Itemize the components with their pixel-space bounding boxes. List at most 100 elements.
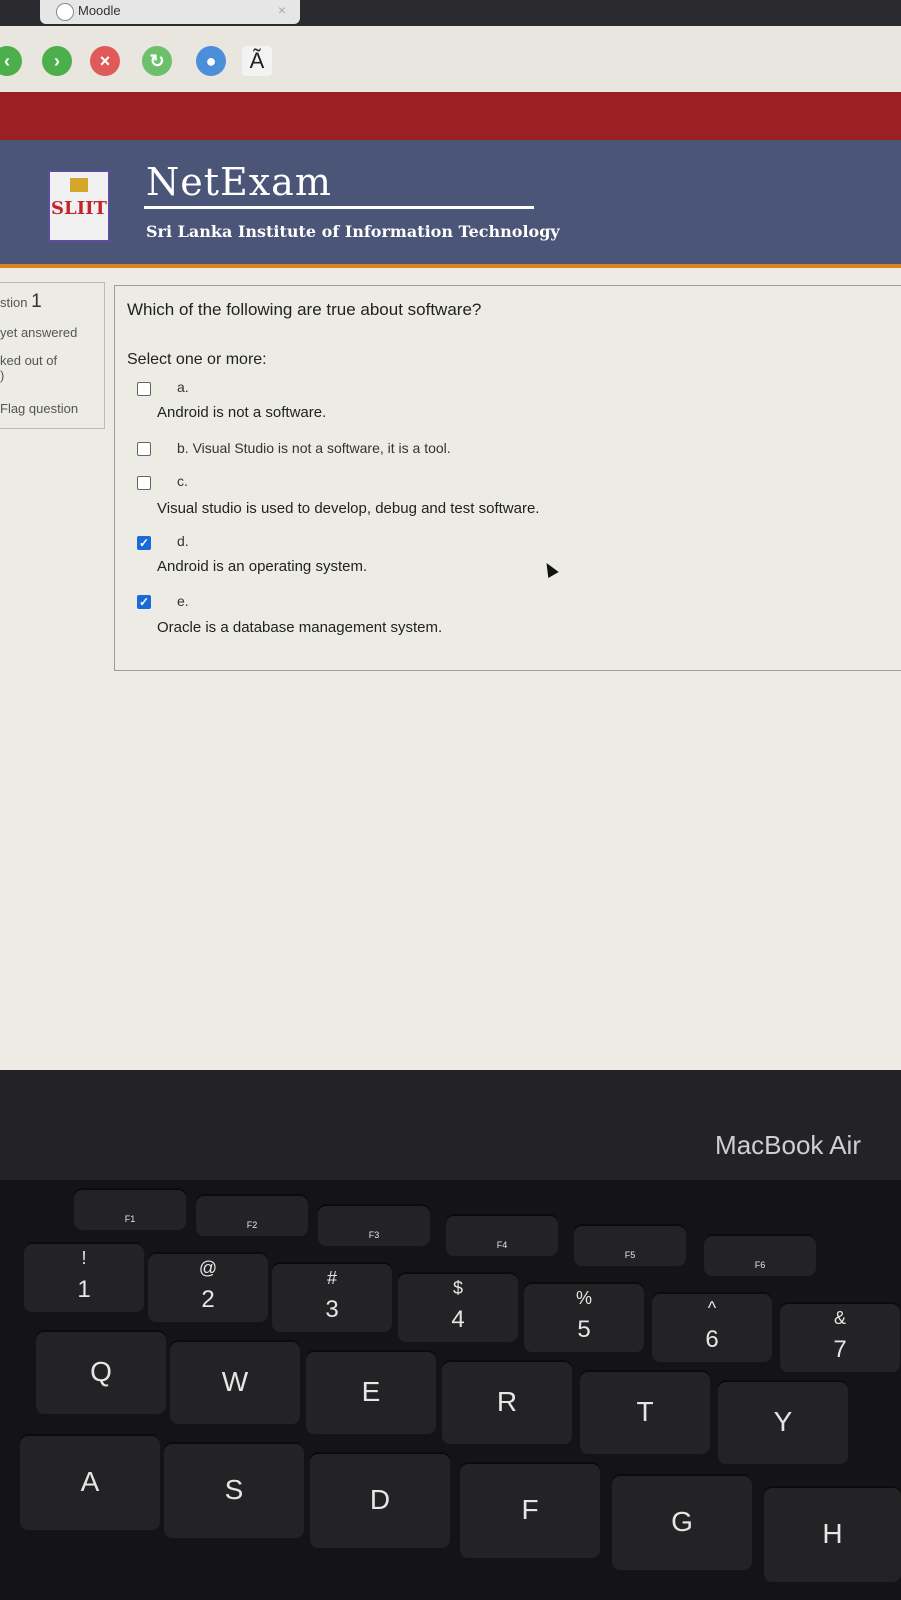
tab-title: Moodle xyxy=(78,3,121,18)
top-red-bar xyxy=(0,92,901,140)
key-1-label: 1 xyxy=(77,1276,91,1303)
flag-question-link[interactable]: Flag question xyxy=(0,401,78,416)
sliit-logo: SLIIT xyxy=(48,170,110,242)
question-mark-label: ked out of xyxy=(0,353,58,368)
option-d-letter: d. xyxy=(177,533,189,549)
browser-toolbar: ‹ › × ↻ ● Ã xyxy=(0,26,901,92)
reload-button[interactable]: ↻ xyxy=(142,46,172,76)
key-f-label: F xyxy=(521,1494,539,1525)
key-2-label: 2 xyxy=(201,1286,215,1313)
option-c-text: Visual studio is used to develop, debug … xyxy=(157,500,540,517)
key-e: E xyxy=(306,1350,436,1434)
option-d-checkbox[interactable]: ✓ xyxy=(137,536,151,550)
key-t-label: T xyxy=(636,1396,654,1427)
key-7-label: 7 xyxy=(833,1336,847,1363)
key-5-shift: % xyxy=(575,1288,592,1308)
option-e-checkbox[interactable]: ✓ xyxy=(137,595,151,609)
key-g: G xyxy=(612,1474,752,1570)
key-d: D xyxy=(310,1452,450,1548)
question-number-label: stion xyxy=(0,295,28,310)
option-c-checkbox[interactable] xyxy=(137,476,151,490)
brand-title: NetExam xyxy=(146,160,332,204)
option-e-letter: e. xyxy=(177,593,189,609)
question-status: yet answered xyxy=(0,325,78,340)
browser-tab-bar: Moodle × xyxy=(0,0,901,26)
key-f6-label: F6 xyxy=(754,1260,766,1270)
key-y: Y xyxy=(718,1380,848,1464)
institute-name: Sri Lanka Institute of Information Techn… xyxy=(146,222,560,241)
key-f2-label: F2 xyxy=(246,1220,258,1230)
key-f5-label: F5 xyxy=(624,1250,636,1260)
question-box: Which of the following are true about so… xyxy=(114,285,901,671)
key-r: R xyxy=(442,1360,572,1444)
key-7-shift: & xyxy=(833,1308,846,1328)
key-2-shift: @ xyxy=(198,1258,218,1278)
key-w-label: W xyxy=(221,1366,249,1397)
laptop-model-label: MacBook Air xyxy=(715,1130,861,1160)
key-6-label: 6 xyxy=(705,1326,719,1353)
question-mark: ked out of ) xyxy=(0,353,57,383)
key-f6: F6 xyxy=(704,1234,816,1276)
forward-button[interactable]: › xyxy=(42,46,72,76)
key-h-label: H xyxy=(822,1518,843,1549)
stop-button[interactable]: × xyxy=(90,46,120,76)
key-s-label: S xyxy=(224,1474,244,1505)
key-f4-label: F4 xyxy=(496,1240,508,1250)
key-3-shift: # xyxy=(326,1268,337,1288)
key-a: A xyxy=(20,1434,160,1530)
key-t: T xyxy=(580,1370,710,1454)
browser-tab[interactable]: Moodle × xyxy=(40,0,300,24)
question-text: Which of the following are true about so… xyxy=(127,300,482,319)
key-3-label: 3 xyxy=(325,1296,339,1323)
logo-emblem xyxy=(70,178,88,192)
key-e-label: E xyxy=(361,1376,381,1407)
key-h: H xyxy=(764,1486,901,1582)
key-f3-label: F3 xyxy=(368,1230,380,1240)
key-d-label: D xyxy=(369,1484,391,1515)
key-4-label: 4 xyxy=(451,1306,465,1333)
font-size-button[interactable]: Ã xyxy=(242,46,272,76)
option-a-text: Android is not a software. xyxy=(157,404,327,421)
key-6: ^ 6 xyxy=(652,1292,772,1362)
key-f5: F5 xyxy=(574,1224,686,1266)
key-r-label: R xyxy=(496,1386,518,1417)
option-d-text: Android is an operating system. xyxy=(157,558,368,575)
exam-page: SLIIT NetExam Sri Lanka Institute of Inf… xyxy=(0,92,901,1070)
key-1: ! 1 xyxy=(24,1242,144,1312)
back-button[interactable]: ‹ xyxy=(0,46,22,76)
question-number: stion 1 xyxy=(0,291,42,313)
option-e-text: Oracle is a database management system. xyxy=(157,619,443,636)
key-f4: F4 xyxy=(446,1214,558,1256)
key-g-label: G xyxy=(671,1506,693,1537)
option-b-checkbox[interactable] xyxy=(137,442,151,456)
brand-divider xyxy=(144,206,534,209)
key-6-shift: ^ xyxy=(707,1298,717,1318)
key-3: #3 xyxy=(272,1262,392,1332)
key-f1-label: F1 xyxy=(124,1214,136,1224)
key-1-shift: ! xyxy=(81,1248,87,1268)
key-5: % 5 xyxy=(524,1282,644,1352)
header-banner: SLIIT NetExam Sri Lanka Institute of Inf… xyxy=(0,140,901,268)
key-f2: F2 xyxy=(196,1194,308,1236)
option-a-letter: a. xyxy=(177,379,189,395)
question-prompt: Select one or more: xyxy=(127,351,267,368)
key-f3: F3 xyxy=(318,1204,430,1246)
close-tab-icon[interactable]: × xyxy=(278,2,286,18)
keyboard: F1 F2 F3 F4 F5 F6 ! 1 @2 #3 $4 % 5 ^ 6 & 7 Q… xyxy=(0,1180,901,1600)
home-globe-button[interactable]: ● xyxy=(196,46,226,76)
question-mark-value: ) xyxy=(0,368,5,383)
key-7: & 7 xyxy=(780,1302,900,1372)
option-a-checkbox[interactable] xyxy=(137,382,151,396)
logo-text: SLIIT xyxy=(51,198,107,219)
key-f: F xyxy=(460,1462,600,1558)
key-2: @2 xyxy=(148,1252,268,1322)
key-s: S xyxy=(164,1442,304,1538)
key-4: $4 xyxy=(398,1272,518,1342)
key-q-label: Q xyxy=(90,1356,112,1387)
key-y-label: Y xyxy=(773,1406,793,1437)
key-a-label: A xyxy=(80,1466,100,1497)
key-q: Q xyxy=(36,1330,166,1414)
globe-icon xyxy=(56,3,74,21)
key-5-label: 5 xyxy=(577,1316,591,1343)
laptop-bezel: MacBook Air xyxy=(0,1070,901,1180)
